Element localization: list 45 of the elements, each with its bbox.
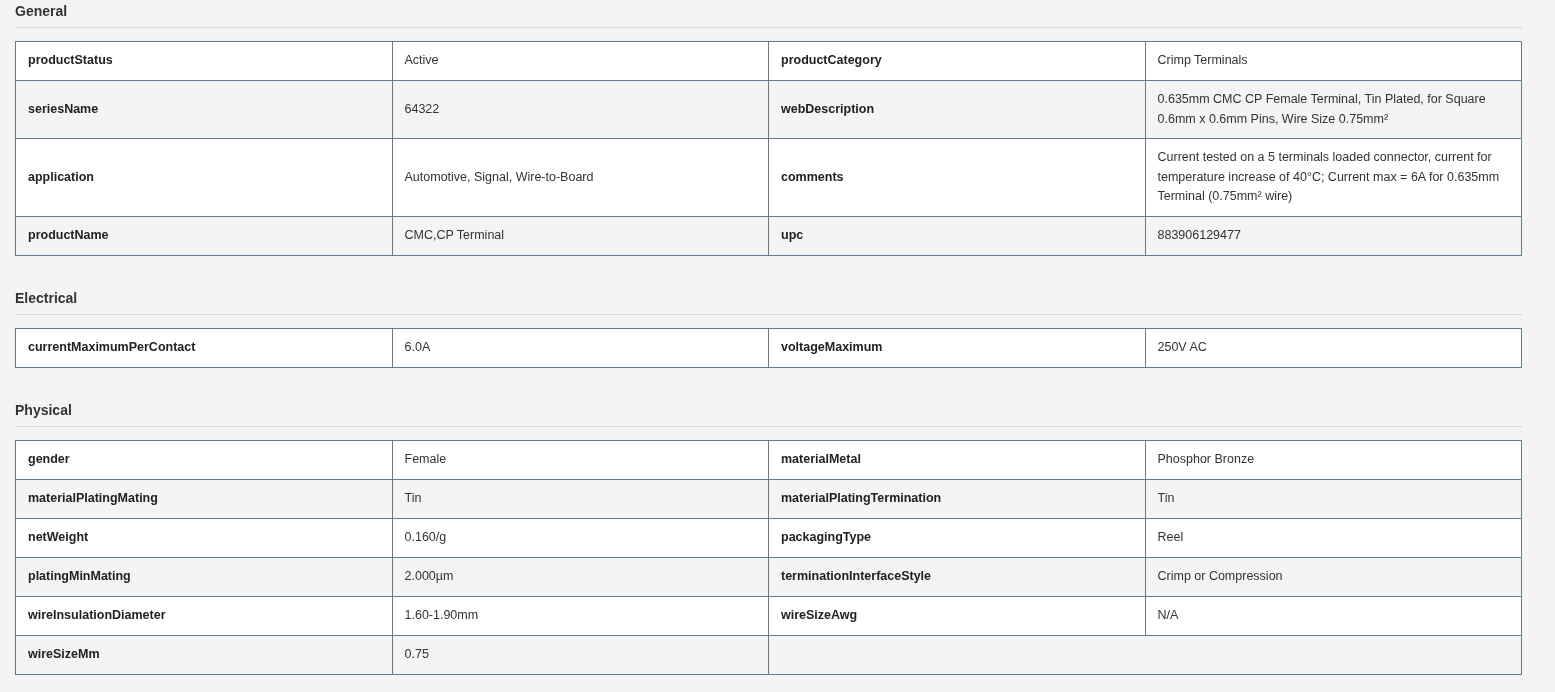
property-name: productName	[15, 216, 392, 255]
property-value: 0.635mm CMC CP Female Terminal, Tin Plated, for Square 0.6mm x 0.6mm Pins, Wire Size 0.75mm²	[1145, 80, 1522, 139]
property-value: Phosphor Bronze	[1145, 440, 1522, 479]
property-name: productStatus	[15, 41, 392, 81]
property-name: comments	[768, 138, 1145, 216]
property-value: 0.75	[392, 635, 769, 674]
property-value: Crimp or Compression	[1145, 557, 1522, 596]
section-heading: Physical	[15, 399, 1522, 427]
property-value: Tin	[1145, 479, 1522, 518]
property-name: materialPlatingMating	[15, 479, 392, 518]
property-name: terminationInterfaceStyle	[768, 557, 1145, 596]
property-value: 2.000µm	[392, 557, 769, 596]
property-value: N/A	[1145, 596, 1522, 635]
property-value: Female	[392, 440, 769, 479]
property-name: upc	[768, 216, 1145, 255]
property-value: Crimp Terminals	[1145, 41, 1522, 81]
property-name: materialPlatingTermination	[768, 479, 1145, 518]
property-value: CMC,CP Terminal	[392, 216, 769, 255]
property-value: Current tested on a 5 terminals loaded connector, current for temperature increase of 40°C; Current max = 6A for 0.635mm Terminal (0.75mm² wire)	[1145, 138, 1522, 216]
section-heading: General	[15, 1, 1522, 28]
property-name: application	[15, 138, 392, 216]
section-heading: Electrical	[15, 287, 1522, 315]
property-name: packagingType	[768, 518, 1145, 557]
property-name: currentMaximumPerContact	[15, 328, 392, 367]
property-value: 250V AC	[1145, 328, 1522, 367]
property-name: wireSizeMm	[15, 635, 392, 674]
property-name: productCategory	[768, 41, 1145, 81]
property-name: netWeight	[15, 518, 392, 557]
property-value: 1.60-1.90mm	[392, 596, 769, 635]
property-value: Active	[392, 41, 769, 81]
property-name: platingMinMating	[15, 557, 392, 596]
property-name: materialMetal	[768, 440, 1145, 479]
property-value: 883906129477	[1145, 216, 1522, 255]
property-name: wireSizeAwg	[768, 596, 1145, 635]
property-value: 6.0A	[392, 328, 769, 367]
property-name: wireInsulationDiameter	[15, 596, 392, 635]
property-value: Tin	[392, 479, 769, 518]
property-value: 0.160/g	[392, 518, 769, 557]
property-name: webDescription	[768, 80, 1145, 139]
property-name: gender	[15, 440, 392, 479]
property-value: 64322	[392, 80, 769, 139]
property-value: Automotive, Signal, Wire-to-Board	[392, 138, 769, 216]
property-name: voltageMaximum	[768, 328, 1145, 367]
property-value: Reel	[1145, 518, 1522, 557]
property-name: seriesName	[15, 80, 392, 139]
